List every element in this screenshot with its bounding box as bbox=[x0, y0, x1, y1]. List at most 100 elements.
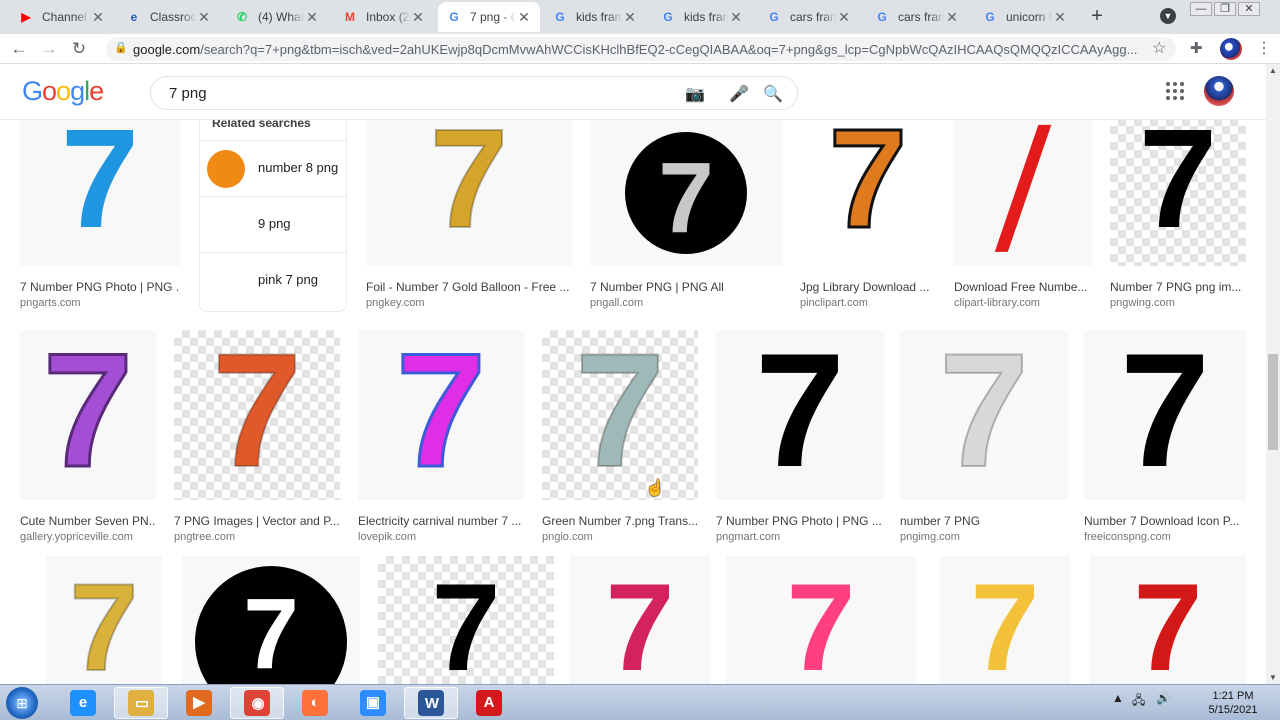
close-tab-icon[interactable]: ✕ bbox=[516, 9, 532, 26]
profile-avatar[interactable] bbox=[1220, 38, 1242, 60]
tab-4[interactable]: M Inbox (2, ✕ bbox=[334, 2, 434, 32]
result-thumbnail[interactable]: 7 bbox=[378, 556, 554, 684]
tab-10[interactable]: Gunicorn f ✕ bbox=[974, 2, 1076, 32]
result-thumbnail[interactable]: 7 bbox=[542, 330, 698, 500]
result-thumbnail[interactable]: 7 bbox=[358, 330, 524, 500]
volume-icon[interactable]: 🔊 bbox=[1156, 691, 1171, 705]
account-avatar[interactable] bbox=[1204, 76, 1234, 106]
result-thumbnail[interactable]: 7 bbox=[1090, 556, 1246, 684]
scrollbar-thumb[interactable] bbox=[1268, 354, 1278, 450]
result-source[interactable]: pngio.com bbox=[542, 531, 593, 543]
result-source[interactable]: pngwing.com bbox=[1110, 297, 1175, 309]
camera-icon[interactable]: 📷 bbox=[685, 84, 705, 104]
search-input[interactable]: 7 png bbox=[169, 85, 207, 102]
close-tab-icon[interactable]: ✕ bbox=[836, 9, 852, 26]
close-tab-icon[interactable]: ✕ bbox=[90, 9, 106, 26]
tray-expand-icon[interactable]: ▲ bbox=[1112, 691, 1124, 705]
tab-3[interactable]: ✆ (4) What ✕ bbox=[226, 2, 328, 32]
result-source[interactable]: pngarts.com bbox=[20, 297, 81, 309]
result-title[interactable]: Jpg Library Download ... bbox=[800, 280, 936, 294]
result-source[interactable]: lovepik.com bbox=[358, 531, 416, 543]
tab-6[interactable]: Gkids fram ✕ bbox=[544, 2, 646, 32]
close-tab-icon[interactable]: ✕ bbox=[944, 9, 960, 26]
new-tab-button[interactable]: + bbox=[1085, 4, 1109, 28]
scroll-up-icon[interactable]: ▲ bbox=[1269, 66, 1277, 75]
result-thumbnail[interactable]: 7 bbox=[182, 556, 360, 684]
search-icon[interactable]: 🔍 bbox=[763, 84, 783, 104]
result-title[interactable]: 7 PNG Images | Vector and P... bbox=[174, 514, 340, 528]
result-thumbnail[interactable]: 7 bbox=[716, 330, 884, 500]
result-title[interactable]: Download Free Numbe... bbox=[954, 280, 1092, 294]
tab-5[interactable]: G 7 png - G ✕ bbox=[438, 2, 540, 32]
close-tab-icon[interactable]: ✕ bbox=[1052, 9, 1068, 26]
reload-button[interactable]: ↻ bbox=[68, 38, 90, 60]
tab-1[interactable]: ▶ Channel ✕ bbox=[10, 2, 114, 32]
tab-8[interactable]: Gcars fram ✕ bbox=[758, 2, 860, 32]
result-thumbnail[interactable]: 7 bbox=[20, 120, 180, 266]
result-thumbnail[interactable]: 7 bbox=[46, 556, 162, 684]
result-title[interactable]: 7 Number PNG Photo | PNG ... bbox=[716, 514, 884, 528]
tab-7[interactable]: Gkids fram ✕ bbox=[652, 2, 752, 32]
result-source[interactable]: pngkey.com bbox=[366, 297, 425, 309]
network-icon[interactable]: 🖧 bbox=[1132, 691, 1145, 712]
result-thumbnail[interactable]: 7 bbox=[800, 120, 936, 266]
back-button[interactable]: ← bbox=[8, 38, 30, 60]
result-thumbnail[interactable]: 7 bbox=[20, 330, 156, 500]
scroll-down-icon[interactable]: ▼ bbox=[1269, 673, 1277, 682]
result-thumbnail[interactable]: 7 bbox=[726, 556, 916, 684]
maximize-button[interactable]: ❐ bbox=[1214, 2, 1236, 16]
result-thumbnail[interactable]: 7 bbox=[590, 120, 782, 266]
related-item[interactable]: number 8 png bbox=[200, 140, 346, 196]
forward-button[interactable]: → bbox=[38, 38, 60, 60]
result-thumbnail[interactable]: / bbox=[954, 120, 1092, 266]
tab-2[interactable]: e Classroo ✕ bbox=[118, 2, 220, 32]
taskbar-word-button[interactable]: W bbox=[404, 687, 458, 719]
close-tab-icon[interactable]: ✕ bbox=[304, 9, 320, 26]
taskbar-ie-button[interactable]: e bbox=[56, 687, 110, 719]
result-source[interactable]: pngall.com bbox=[590, 297, 643, 309]
page-scrollbar[interactable]: ▲ ▼ bbox=[1266, 64, 1280, 684]
result-source[interactable]: gallery.yopriceville.com bbox=[20, 531, 133, 543]
related-item[interactable]: 9 png bbox=[200, 196, 346, 252]
close-window-button[interactable]: ✕ bbox=[1238, 2, 1260, 16]
result-source[interactable]: pinclipart.com bbox=[800, 297, 868, 309]
result-source[interactable]: pngimg.com bbox=[900, 531, 960, 543]
system-clock[interactable]: 1:21 PM 5/15/2021 bbox=[1200, 689, 1266, 717]
apps-grid-icon[interactable] bbox=[1166, 82, 1184, 100]
minimize-button[interactable]: — bbox=[1190, 2, 1212, 16]
result-thumbnail[interactable]: 7 bbox=[900, 330, 1068, 500]
result-title[interactable]: Green Number 7.png Trans... bbox=[542, 514, 698, 528]
taskbar-media-button[interactable]: ▶ bbox=[172, 687, 226, 719]
result-thumbnail[interactable]: 7 bbox=[1084, 330, 1246, 500]
tab-9[interactable]: Gcars fram ✕ bbox=[866, 2, 968, 32]
google-logo[interactable]: Google bbox=[22, 76, 104, 107]
result-source[interactable]: clipart-library.com bbox=[954, 297, 1040, 309]
result-thumbnail[interactable]: 7 bbox=[366, 120, 572, 266]
browser-menu-icon[interactable]: ⋮ bbox=[1256, 38, 1272, 58]
result-title[interactable]: Number 7 Download Icon P... bbox=[1084, 514, 1246, 528]
result-source[interactable]: pngtree.com bbox=[174, 531, 235, 543]
search-box[interactable]: 7 png 📷 🎤 🔍 bbox=[150, 76, 798, 110]
close-tab-icon[interactable]: ✕ bbox=[728, 9, 744, 26]
result-title[interactable]: Foil - Number 7 Gold Balloon - Free ... bbox=[366, 280, 572, 294]
result-source[interactable]: pngmart.com bbox=[716, 531, 780, 543]
extensions-puzzle-icon[interactable]: ✚ bbox=[1190, 39, 1203, 57]
result-thumbnail[interactable]: 7 bbox=[1110, 120, 1246, 266]
taskbar-acrobat-button[interactable]: A bbox=[462, 687, 516, 719]
result-thumbnail[interactable]: 7 bbox=[174, 330, 340, 500]
close-tab-icon[interactable]: ✕ bbox=[410, 9, 426, 26]
result-title[interactable]: number 7 PNG bbox=[900, 514, 1068, 528]
result-thumbnail[interactable]: 7 bbox=[940, 556, 1070, 684]
result-title[interactable]: 7 Number PNG | PNG All bbox=[590, 280, 782, 294]
tab-search-icon[interactable]: ▼ bbox=[1160, 8, 1176, 24]
result-title[interactable]: Cute Number Seven PN... bbox=[20, 514, 156, 528]
address-bar[interactable]: 🔒 google.com/search?q=7+png&tbm=isch&ved… bbox=[106, 37, 1176, 61]
result-source[interactable]: freeiconspng.com bbox=[1084, 531, 1171, 543]
related-item[interactable]: pink 7 png bbox=[200, 252, 346, 308]
microphone-icon[interactable]: 🎤 bbox=[729, 84, 749, 104]
result-title[interactable]: 7 Number PNG Photo | PNG ... bbox=[20, 280, 180, 294]
taskbar-firefox-button[interactable]: ◐ bbox=[288, 687, 342, 719]
result-title[interactable]: Number 7 PNG png im... bbox=[1110, 280, 1246, 294]
taskbar-zoom-button[interactable]: ▣ bbox=[346, 687, 400, 719]
taskbar-chrome-button[interactable]: ◉ bbox=[230, 687, 284, 719]
